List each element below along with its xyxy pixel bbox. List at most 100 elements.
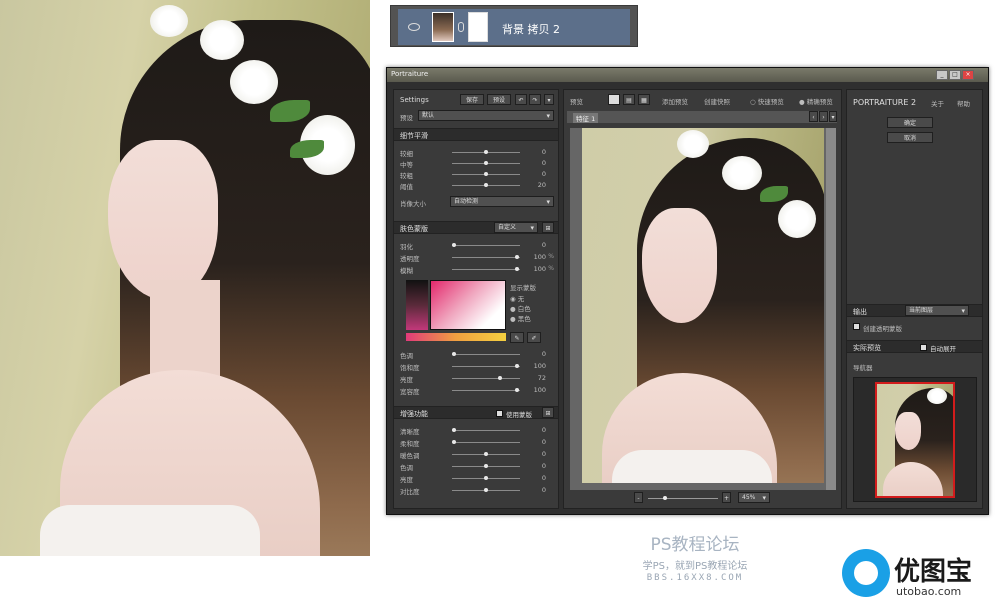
enhance-slider-handle[interactable] [484,488,488,492]
enhance-slider-handle[interactable] [484,476,488,480]
use-mask-checkbox[interactable] [496,410,503,417]
link-icon[interactable] [458,22,464,32]
mask-value[interactable]: 100 [534,253,546,261]
single-view-icon[interactable] [608,94,620,105]
mask-slider-handle[interactable] [514,255,519,259]
mask-display-radio[interactable]: ● 白色 [510,303,531,313]
close-button[interactable]: × [962,70,974,80]
navigator-box[interactable] [853,377,977,502]
detail-slider[interactable] [452,183,520,187]
fast-preview-radio[interactable]: ○ 快速预览 [750,96,784,106]
hue-strip[interactable] [406,280,428,330]
color-ramp[interactable] [406,333,506,341]
eye-icon[interactable] [408,23,420,31]
enhance-slider[interactable] [452,440,520,444]
enhance-slider-handle[interactable] [484,452,488,456]
zoom-in-button[interactable]: + [722,492,731,503]
zoom-slider-track[interactable] [648,498,718,499]
detail-section-header[interactable]: 细节平滑 [394,128,558,141]
enhance-slider-handle[interactable] [452,440,456,444]
split-view-icon[interactable]: ▤ [623,94,635,105]
hue-slider[interactable] [452,364,520,368]
enhance-value[interactable]: 0 [542,474,546,482]
minimize-button[interactable]: _ [936,70,948,80]
detail-slider-handle[interactable] [484,150,488,154]
mask-slider[interactable] [452,267,520,271]
enhance-slider[interactable] [452,428,520,432]
auto-expand-checkbox[interactable] [920,344,927,351]
create-snapshot-button[interactable]: 创建快照 [704,96,730,106]
enhance-value[interactable]: 0 [542,486,546,494]
hue-slider[interactable] [452,352,520,356]
mask-value[interactable]: 0 [542,241,546,249]
enhance-slider-handle[interactable] [452,428,456,432]
enhance-slider[interactable] [452,452,520,456]
compare-section-header[interactable]: 实际预览 自动展开 [847,340,982,353]
detail-slider[interactable] [452,161,520,165]
mask-slider-handle[interactable] [514,267,519,271]
ok-button[interactable]: 确定 [887,117,933,128]
grid-view-icon[interactable]: ▦ [638,94,650,105]
layer-row[interactable]: 背景 拷贝 2 [398,9,630,45]
vertical-scrollbar[interactable] [826,128,836,490]
zoom-select[interactable]: 45% [738,492,770,503]
eyedropper-icon[interactable]: ✎ [510,332,524,343]
detail-value[interactable]: 0 [542,170,546,178]
help-button[interactable]: 帮助 [957,98,970,108]
add-preview-button[interactable]: 添加预览 [662,96,688,106]
mask-display-radio[interactable]: ◉ 无 [510,293,524,303]
tab-menu-icon[interactable]: ▾ [829,111,837,122]
enhance-slider[interactable] [452,476,520,480]
output-select[interactable]: 当前图层 [905,305,969,316]
output-section-header[interactable]: 输出 当前图层 [847,304,982,317]
enhance-slider[interactable] [452,464,520,468]
mask-slider-handle[interactable] [452,243,456,247]
hue-slider-handle[interactable] [498,376,503,380]
hue-slider-handle[interactable] [514,364,519,368]
mask-value[interactable]: 100 [534,265,546,273]
preview-canvas[interactable] [570,128,836,490]
mask-slider[interactable] [452,243,520,247]
zoom-out-button[interactable]: - [634,492,643,503]
enhance-value[interactable]: 0 [542,450,546,458]
detail-slider[interactable] [452,150,520,154]
undo-icon[interactable]: ↶ [515,94,527,105]
mask-picker-icon[interactable]: ⊞ [542,222,554,233]
menu-icon[interactable]: ▾ [544,94,554,105]
hue-value[interactable]: 72 [538,374,546,382]
enhance-section-header[interactable]: 增强功能 使用蒙版 ⊞ [394,406,558,419]
hue-value[interactable]: 100 [534,362,546,370]
skin-mask-section-header[interactable]: 肤色蒙版 自定义 ⊞ [394,221,558,234]
navigator-image[interactable] [875,382,955,498]
preset-select[interactable]: 默认 [418,110,554,121]
eyedropper-plus-icon[interactable]: ✐ [527,332,541,343]
detail-slider[interactable] [452,172,520,176]
detail-slider-handle[interactable] [484,183,488,187]
tab-feature-1[interactable]: 特征 1 [573,113,599,123]
prev-tab-icon[interactable]: ‹ [809,111,818,122]
enhance-slider-handle[interactable] [484,464,488,468]
mask-mode-select[interactable]: 自定义 [494,222,538,233]
detail-value[interactable]: 0 [542,148,546,156]
portrait-size-select[interactable]: 自动检测 [450,196,554,207]
hue-slider[interactable] [452,388,520,392]
mask-slider[interactable] [452,255,520,259]
about-button[interactable]: 关于 [931,98,944,108]
redo-icon[interactable]: ↷ [529,94,541,105]
mask-display-radio[interactable]: ● 黑色 [510,313,531,323]
detail-value[interactable]: 20 [538,181,546,189]
detail-value[interactable]: 0 [542,159,546,167]
hue-slider-handle[interactable] [514,388,519,392]
color-field[interactable] [430,280,506,330]
next-tab-icon[interactable]: › [819,111,828,122]
enhance-picker-icon[interactable]: ⊞ [542,407,554,418]
cancel-button[interactable]: 取消 [887,132,933,143]
precise-preview-radio[interactable]: ● 精确预览 [799,96,833,106]
save-button[interactable]: 保存 [460,94,484,105]
enhance-slider[interactable] [452,488,520,492]
detail-slider-handle[interactable] [484,172,488,176]
hue-slider-handle[interactable] [452,352,456,356]
hue-slider[interactable] [452,376,520,380]
transparent-mask-checkbox[interactable] [853,323,860,330]
preset-button[interactable]: 预设 [487,94,511,105]
